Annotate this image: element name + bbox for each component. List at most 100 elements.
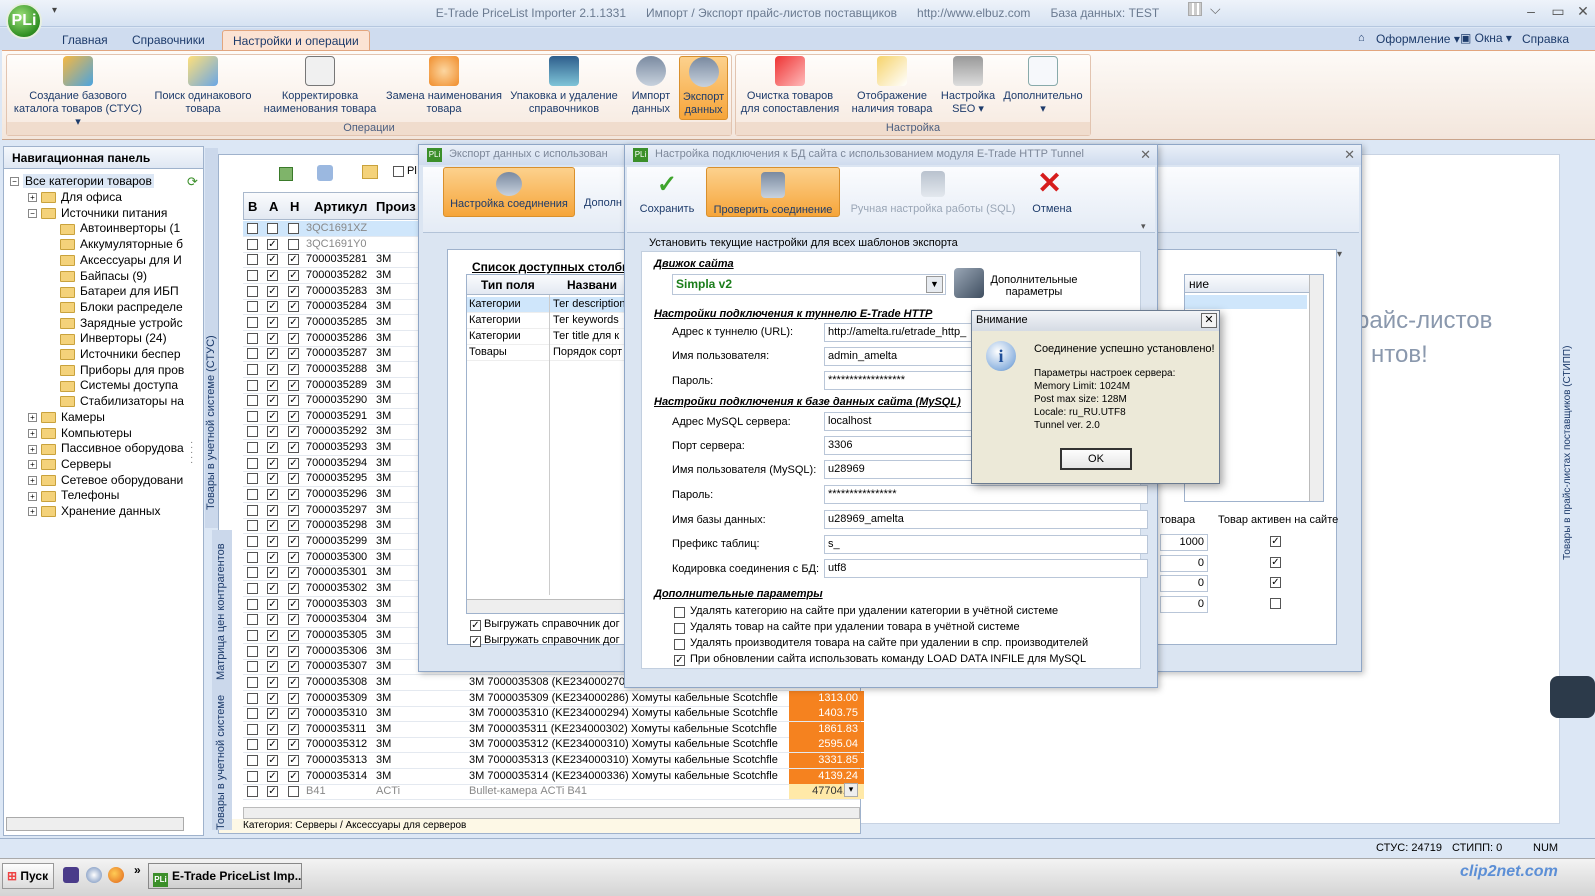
product-active-checkbox[interactable]: ✓	[1270, 556, 1281, 568]
tree-item[interactable]: + Серверы	[28, 456, 111, 472]
row-checkbox-v[interactable]	[247, 269, 258, 281]
right-value-field[interactable]: 0	[1160, 595, 1208, 613]
expand-icon[interactable]: +	[28, 428, 37, 438]
opt-load-data-infile-checkbox[interactable]: ✓	[674, 655, 685, 666]
row-checkbox-n[interactable]	[288, 223, 299, 234]
table-row[interactable]: ✓ ✓ 7000035309 3M 3M 7000035309 (KE234000286…	[243, 690, 864, 707]
table-row[interactable]: ✓ ✓ 7000035312 3M 3M 7000035312 (KE234000310…	[243, 737, 864, 754]
row-checkbox-v[interactable]	[247, 473, 258, 485]
list-scrollbar[interactable]	[467, 599, 625, 613]
row-checkbox-v[interactable]	[247, 238, 258, 250]
row-checkbox-a[interactable]: ✓	[267, 629, 278, 641]
save-button[interactable]: ✓ Сохранить	[631, 167, 703, 217]
export-data-button[interactable]: Экспорт данных	[679, 56, 728, 120]
tree-item[interactable]: Системы доступа	[60, 377, 178, 393]
tree-item-label[interactable]: Камеры	[61, 410, 105, 424]
row-checkbox-a[interactable]: ✓	[267, 442, 278, 454]
open-folder-icon[interactable]	[362, 165, 378, 179]
correct-name-button[interactable]: Корректировка наименования товара	[260, 56, 380, 120]
quicklaunch-icon-2[interactable]	[86, 867, 102, 883]
tools-icon[interactable]	[954, 268, 984, 298]
row-checkbox-n[interactable]: ✓	[288, 755, 299, 767]
table-row[interactable]: ✓ B41 ACTi Bullet-камера ACTi B41 47704.16	[243, 784, 864, 801]
tree-item[interactable]: − Источники питания	[28, 205, 167, 221]
row-checkbox-v[interactable]	[247, 755, 258, 767]
right-list-scrollbar[interactable]	[1309, 275, 1323, 501]
export-grid-icon[interactable]	[279, 167, 293, 181]
quicklaunch-icon-1[interactable]	[63, 867, 79, 883]
row-checkbox-v[interactable]	[247, 379, 258, 391]
tree-item[interactable]: Аксессуары для И	[60, 252, 182, 268]
close-button[interactable]: ✕	[1570, 3, 1595, 23]
col-header-n[interactable]: Н	[290, 199, 299, 214]
row-checkbox-n[interactable]: ✓	[288, 629, 299, 641]
mysql-port-field[interactable]: 3306	[824, 436, 974, 455]
engine-dropdown-icon[interactable]: ▼	[926, 276, 943, 293]
upload-dict-checkbox-2[interactable]: ✓	[470, 636, 481, 647]
tree-item[interactable]: Аккумуляторные б	[60, 236, 183, 252]
row-checkbox-n[interactable]: ✓	[288, 332, 299, 344]
row-checkbox-v[interactable]	[247, 363, 258, 375]
check-connection-button[interactable]: Проверить соединение	[706, 167, 840, 217]
row-checkbox-n[interactable]: ✓	[288, 348, 299, 360]
list-item[interactable]: Категории Тег title для к	[467, 329, 625, 345]
row-checkbox-n[interactable]: ✓	[288, 551, 299, 563]
row-checkbox-a[interactable]: ✓	[267, 489, 278, 501]
tab-settings-operations[interactable]: Настройки и операции	[222, 30, 370, 50]
row-checkbox-a[interactable]: ✓	[267, 598, 278, 610]
row-checkbox-n[interactable]: ✓	[288, 473, 299, 485]
row-checkbox-n[interactable]: ✓	[288, 457, 299, 469]
additional-button[interactable]: Дополнительно ▾	[1000, 56, 1086, 120]
row-checkbox-n[interactable]: ✓	[288, 426, 299, 438]
tree-item[interactable]: + Пассивное оборудова	[28, 440, 184, 456]
row-checkbox-v[interactable]	[247, 332, 258, 344]
row-checkbox-v[interactable]	[247, 551, 258, 563]
tree-item-label[interactable]: Для офиса	[61, 190, 122, 204]
right-list-header[interactable]: ние	[1185, 275, 1323, 293]
row-checkbox-a[interactable]: ✓	[267, 332, 278, 344]
row-checkbox-n[interactable]: ✓	[288, 379, 299, 391]
tab-references[interactable]: Справочники	[122, 30, 215, 50]
tree-item-label[interactable]: Зарядные устройс	[80, 316, 183, 330]
right-list-selected-row[interactable]	[1185, 295, 1307, 309]
row-checkbox-a[interactable]: ✓	[267, 348, 278, 360]
row-checkbox-v[interactable]	[247, 457, 258, 469]
tree-item[interactable]: Байпасы (9)	[60, 268, 147, 284]
row-checkbox-v[interactable]	[247, 708, 258, 720]
row-checkbox-v[interactable]	[247, 395, 258, 407]
pack-delete-button[interactable]: Упаковка и удаление справочников	[507, 56, 621, 120]
row-checkbox-a[interactable]: ✓	[267, 457, 278, 469]
tree-item-label[interactable]: Автоинверторы (1	[80, 221, 180, 235]
col-header-manufacturer[interactable]: Произ	[376, 199, 416, 214]
row-checkbox-a[interactable]: ✓	[267, 520, 278, 532]
tree-item-label[interactable]: Сетевое оборудовани	[61, 473, 183, 487]
tree-root-label[interactable]: Все категории товаров	[23, 174, 154, 188]
taskbar-app-button[interactable]: PLi E-Trade PriceList Imp...	[148, 863, 302, 889]
row-checkbox-n[interactable]: ✓	[288, 301, 299, 313]
side-tab-stus[interactable]: Товары в учетной системе (СТУС)	[205, 320, 217, 510]
row-checkbox-n[interactable]: ✓	[288, 582, 299, 594]
row-checkbox-n[interactable]: ✓	[288, 661, 299, 673]
row-checkbox-v[interactable]	[247, 692, 258, 704]
replace-name-button[interactable]: Замена наименования товара	[382, 56, 506, 120]
row-checkbox-v[interactable]	[247, 786, 258, 798]
row-checkbox-v[interactable]	[247, 254, 258, 266]
row-checkbox-n[interactable]: ✓	[288, 395, 299, 407]
appearance-menu[interactable]: Оформление ▾	[1376, 32, 1460, 46]
mysql-pass-field[interactable]: ****************	[824, 485, 1148, 504]
row-checkbox-v[interactable]	[247, 426, 258, 438]
col-header-a[interactable]: А	[269, 199, 278, 214]
collapse-icon[interactable]: −	[28, 209, 37, 219]
row-checkbox-n[interactable]: ✓	[288, 489, 299, 501]
app-logo[interactable]: PLi	[6, 3, 42, 39]
tree-item[interactable]: Источники беспер	[60, 346, 181, 362]
col-header-name[interactable]: Названи	[567, 278, 617, 292]
home-icon[interactable]: ⌂	[1358, 32, 1365, 44]
cancel-button[interactable]: ✕ Отмена	[1025, 167, 1079, 217]
row-checkbox-v[interactable]	[247, 348, 258, 360]
export-window-close-icon[interactable]: ✕	[1344, 147, 1355, 163]
tree-item-label[interactable]: Телефоны	[61, 488, 119, 502]
dialog-close-button[interactable]: ✕	[1201, 313, 1217, 328]
product-active-checkbox[interactable]	[1270, 597, 1281, 609]
panel-expand-icon[interactable]: ▾	[1337, 249, 1351, 329]
